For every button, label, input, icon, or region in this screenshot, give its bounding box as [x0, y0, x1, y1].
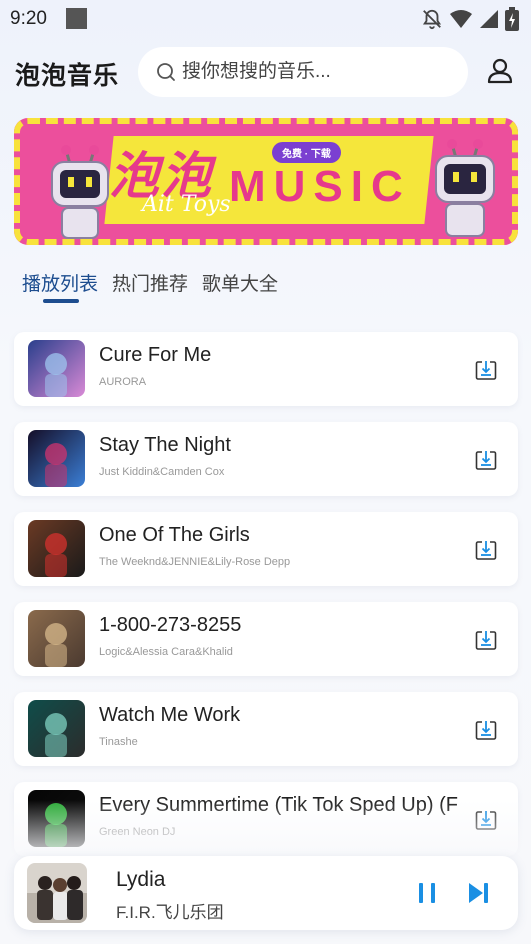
player-artist: F.I.R.飞儿乐团	[116, 903, 224, 922]
tab-hot-recommend[interactable]: 热门推荐	[112, 269, 188, 296]
song-row[interactable]: One Of The Girls The Weeknd&JENNIE&Lily-R…	[14, 512, 518, 586]
status-icons	[421, 7, 519, 31]
song-cover[interactable]	[28, 430, 85, 487]
search-bar[interactable]	[138, 47, 468, 97]
song-title: One Of The Girls	[99, 524, 250, 546]
song-cover[interactable]	[28, 700, 85, 757]
download-icon[interactable]	[475, 539, 497, 561]
song-artist: The Weeknd&JENNIE&Lily-Rose Depp	[99, 556, 291, 568]
song-row[interactable]: Cure For Me AURORA	[14, 332, 518, 406]
status-bar: 9:20	[0, 0, 531, 36]
player-song-title: Lydia	[116, 868, 166, 891]
song-artist: Logic&Alessia Cara&Khalid	[99, 646, 233, 658]
download-icon[interactable]	[475, 719, 497, 741]
list-fade	[0, 800, 531, 860]
download-icon[interactable]	[475, 449, 497, 471]
song-title: Cure For Me	[99, 344, 212, 366]
status-time: 9:20	[10, 8, 47, 29]
banner-frame	[14, 118, 518, 245]
player-album-cover[interactable]	[27, 863, 87, 923]
next-track-icon[interactable]	[466, 881, 490, 905]
song-cover[interactable]	[28, 520, 85, 577]
song-artist: AURORA	[99, 376, 147, 388]
search-input[interactable]	[182, 57, 452, 87]
search-icon	[157, 63, 175, 81]
tab-song-collections[interactable]: 歌单大全	[202, 269, 278, 296]
song-artist: Just Kiddin&Camden Cox	[99, 466, 225, 478]
promo-banner[interactable]: 泡泡 MUSIC Ait Toys 免费 · 下载	[14, 118, 518, 245]
song-title: Stay The Night	[99, 434, 231, 456]
app-title: 泡泡音乐	[15, 62, 120, 90]
song-cover[interactable]	[28, 610, 85, 667]
song-title: 1-800-273-8255	[99, 614, 242, 636]
battery-icon	[505, 7, 519, 31]
download-icon[interactable]	[475, 359, 497, 381]
song-row[interactable]: 1-800-273-8255 Logic&Alessia Cara&Khalid	[14, 602, 518, 676]
mute-bell-icon	[422, 9, 442, 30]
song-cover[interactable]	[28, 340, 85, 397]
tab-indicator	[43, 299, 79, 303]
wifi-icon	[450, 10, 472, 28]
notification-icon	[66, 8, 87, 29]
pause-icon[interactable]	[416, 881, 438, 905]
tab-playlist[interactable]: 播放列表	[22, 269, 98, 296]
mini-player[interactable]: Lydia F.I.R.飞儿乐团	[14, 856, 518, 930]
song-row[interactable]: Watch Me Work Tinashe	[14, 692, 518, 766]
tab-bar: 播放列表 热门推荐 歌单大全	[22, 269, 278, 296]
download-icon[interactable]	[475, 629, 497, 651]
signal-icon	[480, 10, 498, 28]
song-title: Watch Me Work	[99, 704, 241, 726]
song-row[interactable]: Stay The Night Just Kiddin&Camden Cox	[14, 422, 518, 496]
song-artist: Tinashe	[99, 736, 138, 748]
profile-icon[interactable]	[486, 57, 514, 85]
